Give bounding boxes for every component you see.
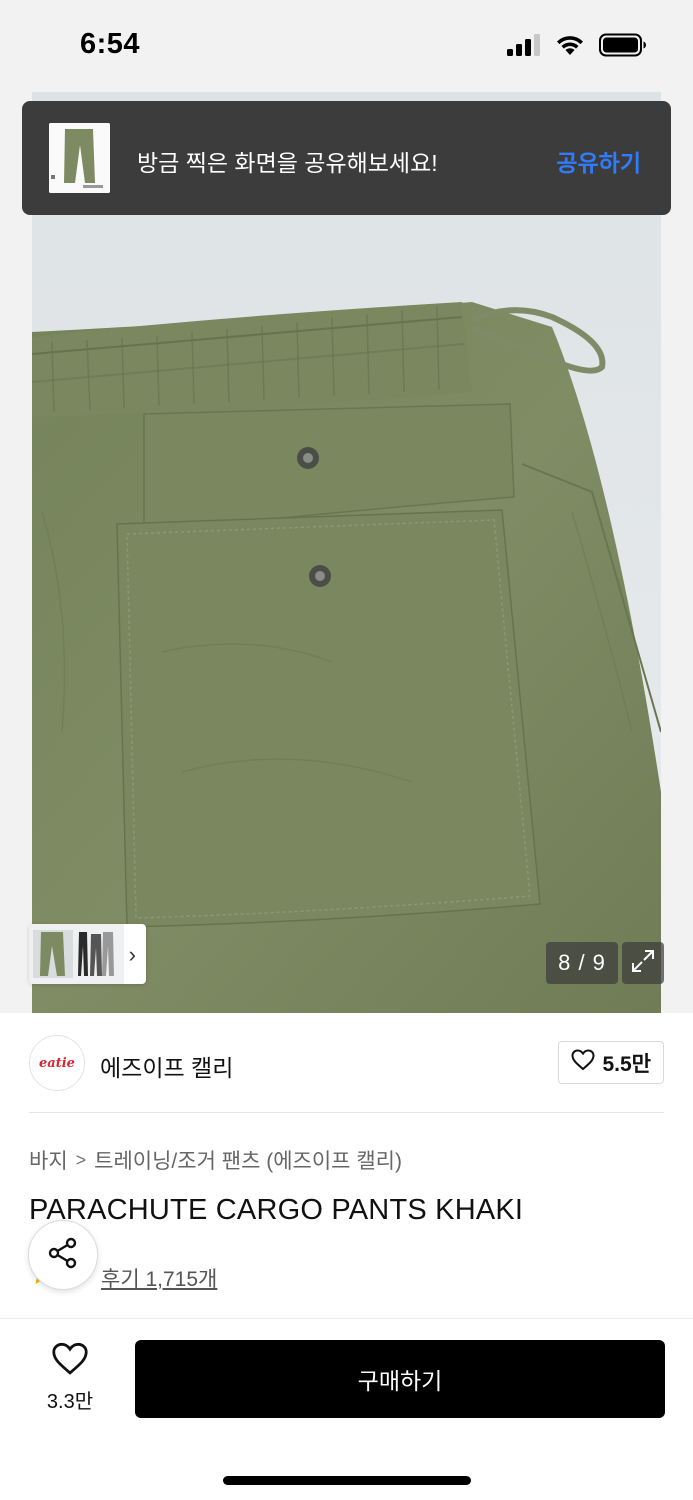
breadcrumb-item[interactable]: 트레이닝/조거 팬츠 (에즈이프 캘리) <box>94 1145 402 1175</box>
breadcrumb-item[interactable]: 바지 <box>29 1145 68 1175</box>
breadcrumb: 바지 > 트레이닝/조거 팬츠 (에즈이프 캘리) <box>29 1145 402 1175</box>
brand-name[interactable]: 에즈이프 캘리 <box>100 1049 233 1083</box>
product-title: PARACHUTE CARGO PANTS KHAKI <box>29 1194 524 1226</box>
expand-icon <box>630 948 656 979</box>
heart-outline-icon <box>51 1342 89 1381</box>
battery-icon <box>599 33 647 62</box>
share-action-button[interactable]: 공유하기 <box>556 144 641 178</box>
brand-logo[interactable]: eatie <box>29 1035 85 1091</box>
toast-message: 방금 찍은 화면을 공유해보세요! <box>137 150 438 176</box>
gallery-counter: 8 / 9 <box>546 942 618 984</box>
share-toast: 방금 찍은 화면을 공유해보세요! 공유하기 <box>22 101 671 215</box>
wishlist-count: 3.3만 <box>46 1391 94 1413</box>
screenshot-thumbnail[interactable] <box>49 123 110 193</box>
bottom-bar-divider <box>0 1318 693 1319</box>
brand-like-count: 5.5만 <box>602 1052 651 1076</box>
status-time: 6:54 <box>80 28 141 60</box>
share-button[interactable] <box>28 1220 98 1290</box>
wifi-icon <box>555 34 585 61</box>
brand-row: eatie 에즈이프 캘리 5.5만 <box>0 1013 693 1113</box>
wishlist-button[interactable]: 3.3만 <box>28 1342 112 1418</box>
chevron-right-icon: > <box>75 1149 87 1170</box>
share-icon <box>46 1236 80 1275</box>
product-photo <box>32 92 661 1013</box>
chevron-right-icon: › <box>128 942 136 967</box>
cellular-signal-icon <box>507 34 541 61</box>
heart-outline-icon <box>571 1048 595 1077</box>
home-indicator <box>223 1476 471 1485</box>
buy-button[interactable]: 구매하기 <box>135 1340 665 1418</box>
brand-logo-text: eatie <box>39 1055 75 1071</box>
product-gallery[interactable] <box>0 92 693 1013</box>
brand-like-button[interactable]: 5.5만 <box>558 1041 664 1084</box>
gallery-thumbnail-strip[interactable]: › <box>29 924 146 984</box>
review-link[interactable]: 후기 1,715개 <box>101 1263 217 1293</box>
status-icons <box>507 33 647 62</box>
section-divider <box>29 1112 664 1113</box>
expand-button[interactable] <box>622 942 664 984</box>
status-bar: 6:54 <box>0 0 693 92</box>
